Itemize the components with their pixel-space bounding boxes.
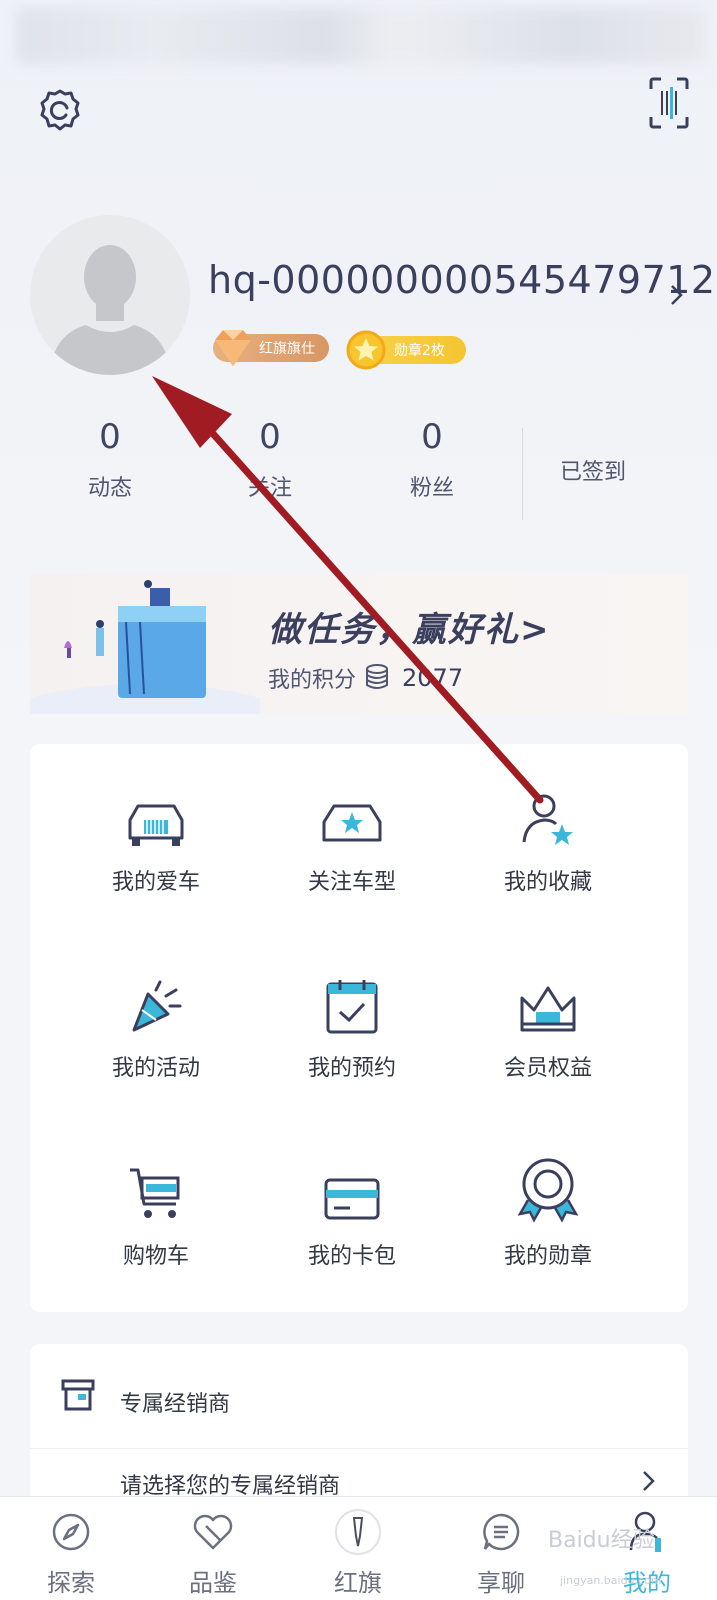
avatar[interactable] [30, 215, 190, 375]
chevron-right-icon[interactable] [642, 1470, 656, 1496]
tab-label: 红旗 [334, 1569, 382, 1597]
grid-item-card-wallet[interactable]: 我的卡包 [252, 1144, 452, 1304]
dealer-card: 专属经销商 请选择您的专属经销商 [30, 1344, 688, 1504]
points-label: 我的积分 [268, 668, 357, 693]
hongqi-logo-icon [335, 1509, 381, 1555]
grid-item-shopping-cart[interactable]: 购物车 [56, 1144, 256, 1304]
stat-fans-value: 0 [421, 417, 443, 457]
points-row: 我的积分 2077 [268, 662, 463, 694]
stat-fans[interactable]: 0 粉丝 [362, 420, 502, 502]
medal-coin-icon [344, 328, 388, 376]
dealer-title: 专属经销商 [120, 1392, 231, 1417]
stat-following-label: 关注 [247, 476, 292, 501]
medal-badge-label: 勋章2枚 [394, 343, 445, 359]
feature-grid: 我的爱车 关注车型 我的收藏 我的活动 我的预约 会员权益 购物车 我的卡包 我… [30, 744, 688, 1312]
stats-row: 0 动态 0 关注 0 粉丝 已签到 [0, 420, 717, 520]
tab-taste[interactable]: 品鉴 [158, 1505, 268, 1598]
user-star-icon [522, 794, 573, 845]
compass-icon [52, 1513, 90, 1551]
signin-status[interactable]: 已签到 [560, 454, 626, 486]
barcode-scan-icon [649, 77, 689, 129]
stat-posts[interactable]: 0 动态 [40, 420, 180, 502]
grid-item-followed-models[interactable]: 关注车型 [252, 770, 452, 930]
grid-item-label: 我的预约 [307, 1056, 396, 1081]
party-popper-icon [132, 980, 182, 1032]
rank-badge-label: 红旗旗仕 [259, 341, 315, 357]
diamond-icon [209, 326, 257, 374]
tab-label: 探索 [47, 1569, 95, 1597]
medal-count-badge[interactable]: 勋章2枚 [346, 330, 466, 370]
grid-item-label: 关注车型 [307, 870, 396, 895]
car-front-icon [128, 804, 184, 846]
grid-item-label: 我的收藏 [503, 870, 592, 895]
grid-item-label: 我的活动 [111, 1056, 200, 1081]
tab-label: 品鉴 [189, 1569, 237, 1597]
calendar-check-icon [326, 980, 378, 1034]
grid-item-label: 我的勋章 [503, 1244, 592, 1269]
grid-item-label: 我的卡包 [307, 1244, 396, 1269]
settings-button[interactable] [34, 84, 86, 136]
shopping-cart-icon [130, 1168, 180, 1218]
grid-item-my-activities[interactable]: 我的活动 [56, 956, 256, 1116]
stat-fans-label: 粉丝 [409, 476, 454, 501]
rank-badge[interactable]: 红旗旗仕 [213, 330, 329, 366]
grid-item-my-car[interactable]: 我的爱车 [56, 770, 256, 930]
stat-following[interactable]: 0 关注 [200, 420, 340, 502]
points-value: 2077 [402, 664, 464, 692]
username[interactable]: hq-000000000545479712 [208, 258, 715, 302]
gear-icon [40, 89, 80, 131]
grid-item-my-medals[interactable]: 我的勋章 [448, 1144, 648, 1304]
baidu-watermark-url: jingyan.baidu.com [560, 1574, 662, 1587]
grid-item-my-favorites[interactable]: 我的收藏 [448, 770, 648, 930]
crown-icon [520, 986, 576, 1032]
store-icon [60, 1378, 96, 1416]
stat-following-value: 0 [259, 417, 281, 457]
grid-item-my-appointments[interactable]: 我的预约 [252, 956, 452, 1116]
coins-icon [366, 664, 389, 689]
scan-button[interactable] [646, 76, 692, 130]
stats-divider [522, 428, 523, 520]
tab-hongqi[interactable]: 红旗 [303, 1505, 413, 1598]
task-title: 做任务，赢好礼> [268, 610, 551, 650]
stat-posts-label: 动态 [87, 476, 132, 501]
task-illustration [30, 580, 260, 714]
grid-item-label: 购物车 [122, 1244, 189, 1269]
baidu-watermark: Baidu经验 [548, 1528, 655, 1553]
stat-posts-value: 0 [99, 417, 121, 457]
status-bar-blurred [16, 8, 706, 64]
grid-item-label: 我的爱车 [111, 870, 200, 895]
heart-icon [193, 1514, 233, 1550]
card-wallet-icon [324, 1178, 380, 1220]
tab-chat[interactable]: 享聊 [446, 1505, 556, 1598]
tab-label: 享聊 [477, 1569, 525, 1597]
profile-chevron-icon[interactable] [670, 284, 684, 310]
tab-explore[interactable]: 探索 [16, 1505, 126, 1598]
car-star-icon [322, 804, 382, 842]
chat-icon [483, 1513, 520, 1551]
task-banner[interactable]: 做任务，赢好礼> 我的积分 2077 [30, 574, 688, 714]
grid-item-member-benefits[interactable]: 会员权益 [448, 956, 648, 1116]
default-avatar-icon [50, 245, 170, 375]
divider [30, 1448, 688, 1449]
medal-icon [517, 1158, 579, 1223]
grid-item-label: 会员权益 [503, 1056, 592, 1081]
